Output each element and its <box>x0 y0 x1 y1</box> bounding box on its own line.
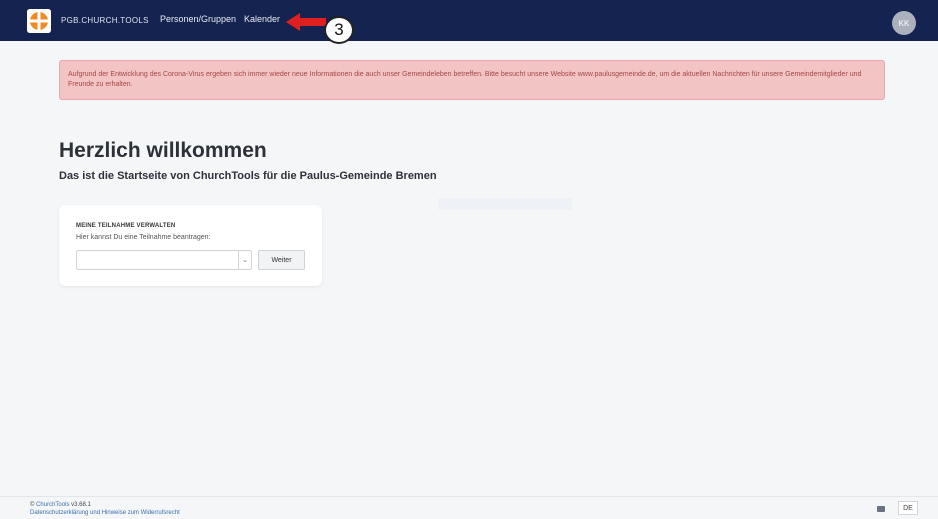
privacy-link[interactable]: Datenschutzerklärung und Hinweise zum Wi… <box>30 510 180 516</box>
churchtools-logo-icon[interactable] <box>27 9 51 33</box>
page-title: Herzlich willkommen <box>59 139 267 162</box>
card-title: MEINE TEILNAHME VERWALTEN <box>76 223 176 229</box>
user-avatar[interactable]: KK <box>892 11 916 35</box>
placeholder-bar <box>438 198 572 210</box>
card-description: Hier kannst Du eine Teilnahme beantragen… <box>76 234 211 241</box>
participation-select[interactable]: ⌄ <box>76 250 252 270</box>
footer: © ChurchTools v3.68.1 Datenschutzerkläru… <box>0 496 938 519</box>
participation-card: MEINE TEILNAHME VERWALTEN Hier kannst Du… <box>59 205 322 286</box>
annotation-step-badge: 3 <box>324 16 354 44</box>
language-switch[interactable]: DE <box>898 501 918 515</box>
page-subtitle: Das ist die Startseite von ChurchTools f… <box>59 170 437 182</box>
mail-icon[interactable] <box>877 506 885 512</box>
weiter-button[interactable]: Weiter <box>258 250 305 270</box>
copyright-symbol: © <box>30 502 35 508</box>
top-navbar: PGB.CHURCH.TOOLS Personen/Gruppen Kalend… <box>0 0 938 41</box>
corona-info-alert: Aufgrund der Entwicklung des Corona-Viru… <box>59 60 885 100</box>
version-label: v3.68.1 <box>71 502 91 508</box>
churchtools-link[interactable]: ChurchTools <box>36 502 69 508</box>
alert-text: Aufgrund der Entwicklung des Corona-Viru… <box>68 71 862 88</box>
brand-name[interactable]: PGB.CHURCH.TOOLS <box>61 16 149 25</box>
nav-personen-gruppen[interactable]: Personen/Gruppen <box>160 14 236 24</box>
footer-copyright: © ChurchTools v3.68.1 <box>30 502 91 508</box>
chevron-down-icon[interactable]: ⌄ <box>238 251 251 269</box>
annotation-arrow-icon <box>286 13 326 31</box>
nav-kalender[interactable]: Kalender <box>244 14 280 24</box>
